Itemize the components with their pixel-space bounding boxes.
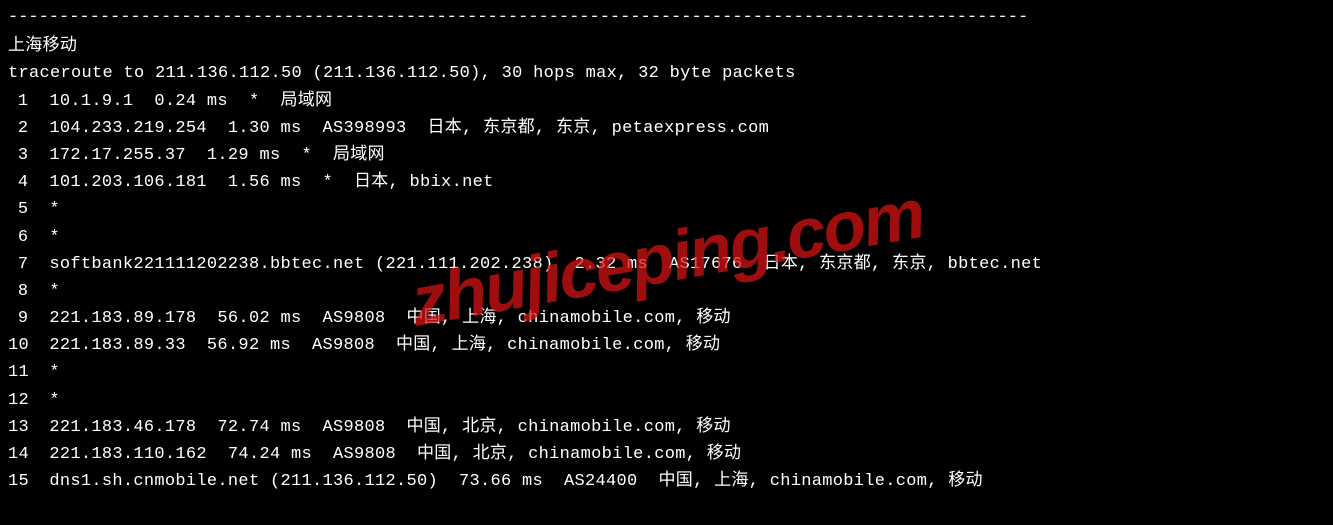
hop-row: 12 * (8, 387, 1325, 414)
hop-row: 3 172.17.255.37 1.29 ms * 局域网 (8, 142, 1325, 169)
separator-line: ----------------------------------------… (8, 4, 1325, 31)
hop-text: * (49, 363, 60, 382)
hop-text: * (49, 200, 60, 219)
hop-row: 1 10.1.9.1 0.24 ms * 局域网 (8, 88, 1325, 115)
hop-number: 15 (8, 468, 28, 495)
hop-number: 6 (8, 224, 28, 251)
hop-number: 5 (8, 196, 28, 223)
hop-row: 8 * (8, 278, 1325, 305)
hop-number: 9 (8, 305, 28, 332)
hop-row: 2 104.233.219.254 1.30 ms AS398993 日本, 东… (8, 115, 1325, 142)
hop-number: 10 (8, 332, 28, 359)
hop-number: 13 (8, 414, 28, 441)
hop-row: 13 221.183.46.178 72.74 ms AS9808 中国, 北京… (8, 414, 1325, 441)
hop-text: * (49, 282, 60, 301)
traceroute-header: traceroute to 211.136.112.50 (211.136.11… (8, 60, 1325, 87)
hop-row: 9 221.183.89.178 56.02 ms AS9808 中国, 上海,… (8, 305, 1325, 332)
hop-row: 7 softbank221111202238.bbtec.net (221.11… (8, 251, 1325, 278)
hop-row: 4 101.203.106.181 1.56 ms * 日本, bbix.net (8, 169, 1325, 196)
hops-list: 1 10.1.9.1 0.24 ms * 局域网2 104.233.219.25… (8, 88, 1325, 496)
hop-row: 14 221.183.110.162 74.24 ms AS9808 中国, 北… (8, 441, 1325, 468)
hop-number: 7 (8, 251, 28, 278)
hop-text: 221.183.46.178 72.74 ms AS9808 中国, 北京, c… (49, 418, 730, 437)
hop-text: 221.183.89.33 56.92 ms AS9808 中国, 上海, ch… (49, 336, 720, 355)
hop-row: 15 dns1.sh.cnmobile.net (211.136.112.50)… (8, 468, 1325, 495)
hop-number: 2 (8, 115, 28, 142)
hop-row: 10 221.183.89.33 56.92 ms AS9808 中国, 上海,… (8, 332, 1325, 359)
hop-row: 6 * (8, 224, 1325, 251)
hop-number: 3 (8, 142, 28, 169)
hop-number: 8 (8, 278, 28, 305)
hop-text: softbank221111202238.bbtec.net (221.111.… (49, 255, 1042, 274)
hop-text: 221.183.89.178 56.02 ms AS9808 中国, 上海, c… (49, 309, 730, 328)
hop-number: 12 (8, 387, 28, 414)
hop-row: 5 * (8, 196, 1325, 223)
hop-number: 11 (8, 359, 28, 386)
hop-text: 101.203.106.181 1.56 ms * 日本, bbix.net (49, 173, 493, 192)
hop-row: 11 * (8, 359, 1325, 386)
hop-text: * (49, 391, 60, 410)
hop-text: dns1.sh.cnmobile.net (211.136.112.50) 73… (49, 472, 982, 491)
hop-number: 1 (8, 88, 28, 115)
hop-text: * (49, 228, 60, 247)
hop-number: 14 (8, 441, 28, 468)
hop-number: 4 (8, 169, 28, 196)
hop-text: 172.17.255.37 1.29 ms * 局域网 (49, 146, 384, 165)
hop-text: 10.1.9.1 0.24 ms * 局域网 (49, 92, 332, 111)
hop-text: 104.233.219.254 1.30 ms AS398993 日本, 东京都… (49, 119, 769, 138)
route-title: 上海移动 (8, 33, 1325, 60)
hop-text: 221.183.110.162 74.24 ms AS9808 中国, 北京, … (49, 445, 741, 464)
